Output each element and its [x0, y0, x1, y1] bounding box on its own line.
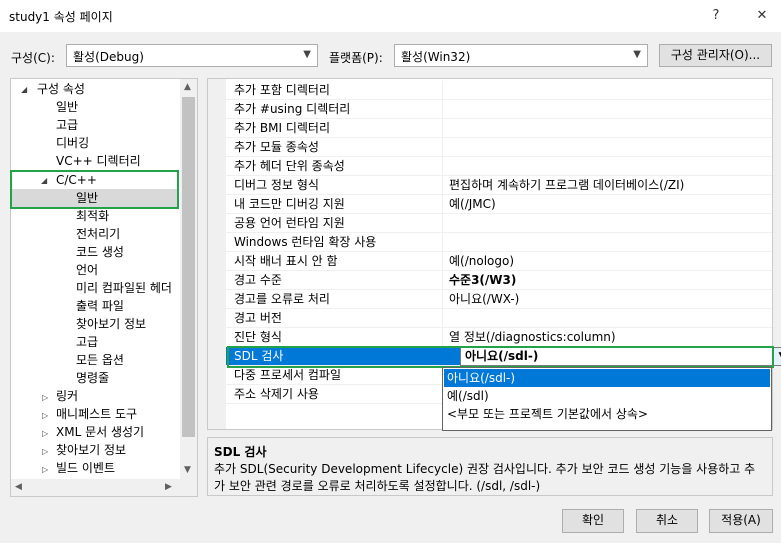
tree-item-xml-doc-generator[interactable]: XML 문서 생성기 [56, 423, 144, 441]
scroll-down-icon[interactable]: ▼ [184, 465, 191, 475]
tree-vertical-scrollbar[interactable]: ▲ ▼ [180, 79, 197, 480]
collapsed-caret-icon[interactable]: ▷ [42, 465, 48, 474]
tree-item-precompiled-headers[interactable]: 미리 컴파일된 헤더 [76, 279, 172, 297]
close-button[interactable]: ✕ [751, 6, 773, 26]
config-manager-button[interactable]: 구성 관리자(O)... [659, 44, 772, 67]
ok-button[interactable]: 확인 [562, 509, 624, 533]
collapsed-caret-icon[interactable]: ▷ [42, 447, 48, 456]
description-text: 추가 SDL(Security Development Lifecycle) 권… [214, 462, 756, 493]
grid-row[interactable]: 추가 #using 디렉터리 [226, 100, 772, 119]
scroll-thumb[interactable] [182, 97, 195, 437]
highlight-box-cpp-general [10, 170, 179, 209]
apply-button[interactable]: 적용(A) [709, 509, 773, 533]
chevron-down-icon[interactable]: ▼ [773, 348, 781, 365]
grid-left-strip [208, 79, 226, 429]
tree-item-manifest-tool[interactable]: 매니페스트 도구 [56, 405, 137, 423]
tree-item-cpp-advanced[interactable]: 고급 [76, 333, 98, 351]
collapsed-caret-icon[interactable]: ▷ [42, 429, 48, 438]
tree-horizontal-scrollbar[interactable]: ◀ ▶ [11, 479, 197, 496]
grid-row[interactable]: 추가 포함 디렉터리 [226, 81, 772, 100]
grid-row[interactable]: 경고 버전 [226, 309, 772, 328]
tree-item-advanced[interactable]: 고급 [56, 116, 78, 134]
chevron-down-icon: ▼ [303, 49, 311, 60]
collapsed-caret-icon[interactable]: ▷ [42, 393, 48, 402]
tree-item-preprocessor[interactable]: 전처리기 [76, 225, 120, 243]
grid-row[interactable]: 공용 언어 런타임 지원 [226, 214, 772, 233]
grid-row[interactable]: 경고를 오류로 처리 아니요(/WX-) [226, 290, 772, 309]
tree-item-config-properties[interactable]: 구성 속성 [37, 80, 85, 98]
title-bar: study1 속성 페이지 ? ✕ [0, 0, 781, 32]
grid-row[interactable]: 디버그 정보 형식 편집하며 계속하기 프로그램 데이터베이스(/ZI) [226, 176, 772, 195]
grid-row[interactable]: 진단 형식 열 정보(/diagnostics:column) [226, 328, 772, 347]
config-label: 구성(C): [11, 51, 55, 65]
tree-item-browse-information[interactable]: 찾아보기 정보 [56, 441, 126, 459]
platform-combo[interactable]: 활성(Win32) ▼ [394, 44, 648, 67]
dropdown-option[interactable]: 예(/sdl) [444, 387, 770, 405]
tree-item-code-generation[interactable]: 코드 생성 [76, 243, 124, 261]
tree-item-language[interactable]: 언어 [76, 261, 98, 279]
description-title: SDL 검사 [214, 445, 267, 459]
grid-row[interactable]: 내 코드만 디버깅 지원 예(/JMC) [226, 195, 772, 214]
config-value: 활성(Debug) [73, 50, 144, 64]
expanded-caret-icon[interactable]: ◢ [21, 85, 27, 94]
window-title: study1 속성 페이지 [9, 10, 113, 24]
highlight-box-sdl-row [227, 346, 774, 368]
grid-row[interactable]: 추가 BMI 디렉터리 [226, 119, 772, 138]
platform-label: 플랫폼(P): [329, 51, 383, 65]
grid-row[interactable]: 추가 모듈 종속성 [226, 138, 772, 157]
help-button[interactable]: ? [705, 6, 727, 26]
property-tree: ◢ 구성 속성 일반 고급 디버깅 VC++ 디렉터리 ◢ C/C++ 일반 최… [10, 78, 198, 497]
tree-item-command-line[interactable]: 명령줄 [76, 369, 109, 387]
tree-item-output-files[interactable]: 출력 파일 [76, 297, 124, 315]
grid-row[interactable]: Windows 런타임 확장 사용 [226, 233, 772, 252]
config-combo[interactable]: 활성(Debug) ▼ [66, 44, 318, 67]
description-panel: SDL 검사 추가 SDL(Security Development Lifec… [207, 437, 773, 496]
scroll-up-icon[interactable]: ▲ [184, 82, 191, 92]
tree-item-linker[interactable]: 링커 [56, 387, 78, 405]
tree-item-optimization[interactable]: 최적화 [76, 207, 109, 225]
sdl-dropdown-list: 아니요(/sdl-) 예(/sdl) <부모 또는 프로젝트 기본값에서 상속> [442, 367, 772, 431]
dropdown-option[interactable]: <부모 또는 프로젝트 기본값에서 상속> [444, 405, 770, 423]
grid-row[interactable]: 시작 배너 표시 안 함 예(/nologo) [226, 252, 772, 271]
tree-item-browse-info[interactable]: 찾아보기 정보 [76, 315, 146, 333]
platform-value: 활성(Win32) [401, 50, 471, 64]
tree-item-all-options[interactable]: 모든 옵션 [76, 351, 124, 369]
grid-row[interactable]: 경고 수준 수준3(/W3) [226, 271, 772, 290]
tree-item-vc-directories[interactable]: VC++ 디렉터리 [56, 152, 141, 170]
cancel-button[interactable]: 취소 [636, 509, 698, 533]
grid-row[interactable]: 추가 헤더 단위 종속성 [226, 157, 772, 176]
tree-item-general[interactable]: 일반 [56, 98, 78, 116]
tree-item-build-events[interactable]: 빌드 이벤트 [56, 459, 115, 477]
scroll-right-icon[interactable]: ▶ [165, 482, 172, 492]
scroll-left-icon[interactable]: ◀ [15, 482, 22, 492]
dropdown-option[interactable]: 아니요(/sdl-) [444, 369, 770, 387]
tree-item-debugging[interactable]: 디버깅 [56, 134, 89, 152]
chevron-down-icon: ▼ [633, 49, 641, 60]
collapsed-caret-icon[interactable]: ▷ [42, 411, 48, 420]
